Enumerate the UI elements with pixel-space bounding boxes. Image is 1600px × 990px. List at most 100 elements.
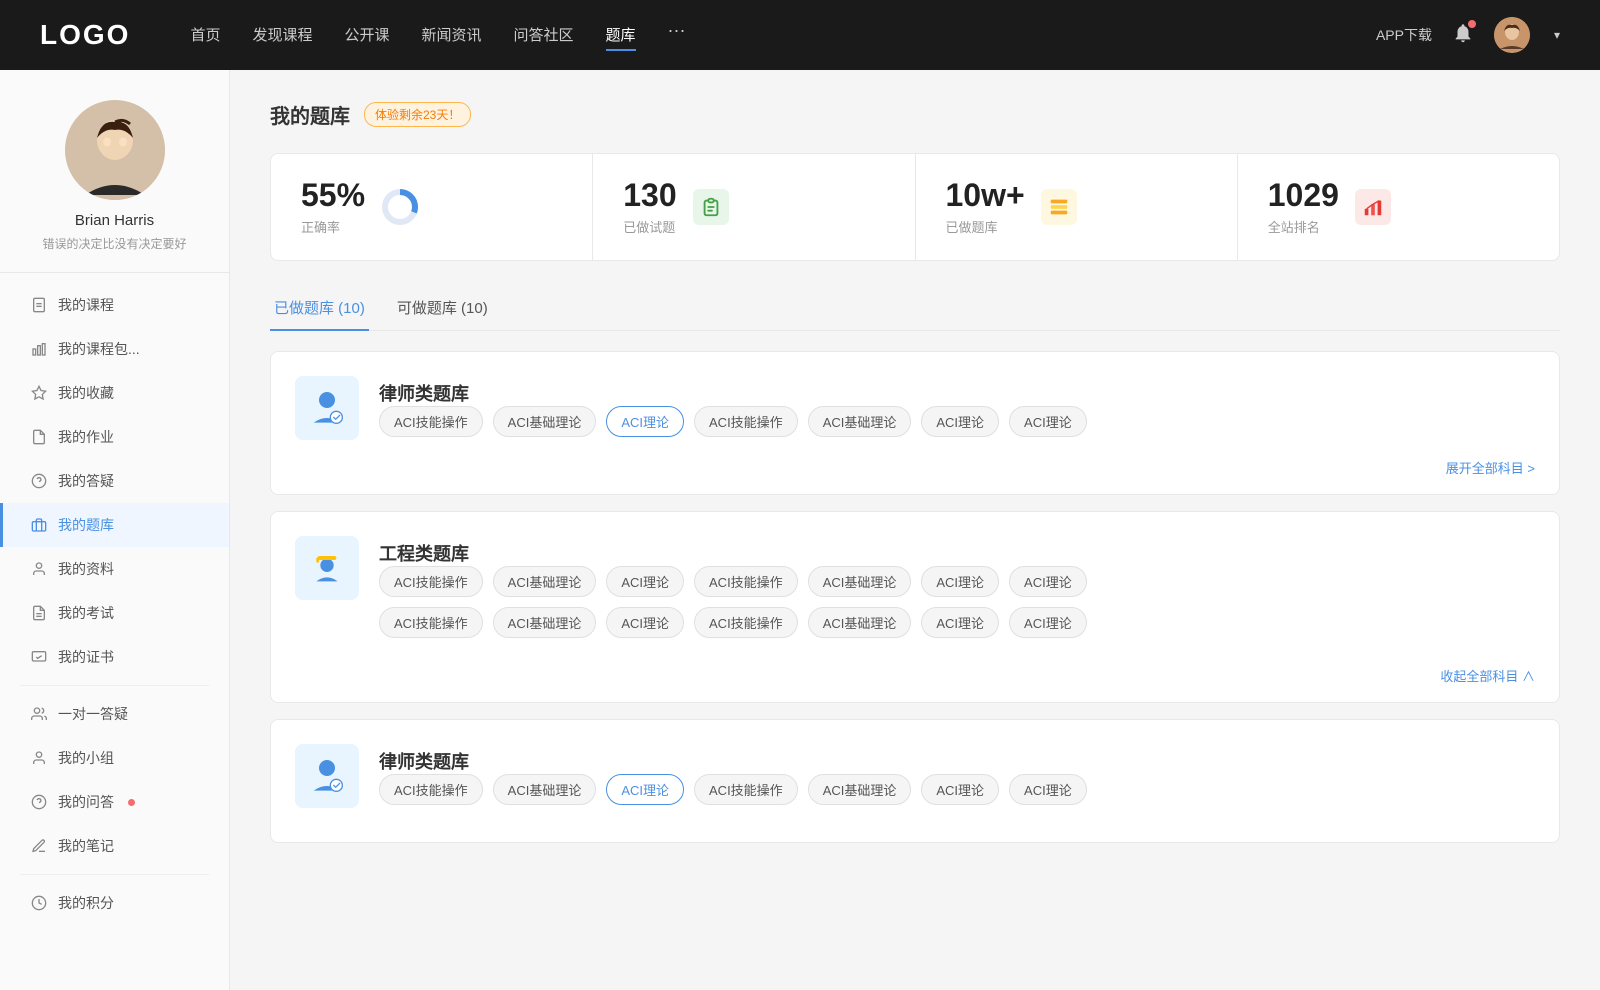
- stat-rank: 1029 全站排名: [1238, 154, 1559, 260]
- tag-eng-r1-2[interactable]: ACI理论: [606, 566, 684, 597]
- bank-card-lawyer-2-content: 律师类题库 ACI技能操作 ACI基础理论 ACI理论 ACI技能操作 ACI基…: [379, 744, 1535, 805]
- tab-available-banks[interactable]: 可做题库 (10): [393, 289, 492, 330]
- doc-icon: [30, 296, 48, 314]
- tag-eng-r1-5[interactable]: ACI理论: [921, 566, 999, 597]
- sidebar-item-my-cert[interactable]: 我的证书: [0, 635, 229, 679]
- profile-section: Brian Harris 错误的决定比没有决定要好: [0, 100, 229, 273]
- sidebar-item-one-on-one[interactable]: 一对一答疑: [0, 692, 229, 736]
- tag-eng-r1-0[interactable]: ACI技能操作: [379, 566, 483, 597]
- tag-lawyer1-1[interactable]: ACI基础理论: [493, 406, 597, 437]
- notification-bell[interactable]: [1452, 22, 1474, 49]
- tag-lawyer2-0[interactable]: ACI技能操作: [379, 774, 483, 805]
- profile-avatar-image: [65, 100, 165, 200]
- sidebar-item-my-collection[interactable]: 我的收藏: [0, 371, 229, 415]
- questions-doc-icon: [693, 189, 729, 225]
- bank-card-lawyer-1-footer: 展开全部科目 >: [295, 458, 1535, 478]
- stat-questions-done: 130 已做试题: [593, 154, 915, 260]
- tag-lawyer1-0[interactable]: ACI技能操作: [379, 406, 483, 437]
- tag-lawyer2-6[interactable]: ACI理论: [1009, 774, 1087, 805]
- stat-accuracy-value: 55%: [301, 178, 365, 213]
- sidebar-item-my-exam[interactable]: 我的考试: [0, 591, 229, 635]
- bank-card-lawyer-2-title: 律师类题库: [379, 744, 1535, 774]
- stat-rank-info: 1029 全站排名: [1268, 178, 1339, 236]
- answers-icon: [30, 793, 48, 811]
- nav-item-discover[interactable]: 发现课程: [252, 20, 312, 51]
- sidebar-item-my-group[interactable]: 我的小组: [0, 736, 229, 780]
- collapse-link-engineer[interactable]: 收起全部科目 ∧: [1440, 669, 1535, 684]
- sidebar-item-my-questions[interactable]: 我的答疑: [0, 459, 229, 503]
- sidebar-label-my-questions: 我的答疑: [58, 471, 114, 491]
- sidebar-item-my-package[interactable]: 我的课程包...: [0, 327, 229, 371]
- bank-tabs: 已做题库 (10) 可做题库 (10): [270, 289, 1560, 331]
- tag-lawyer1-3[interactable]: ACI技能操作: [694, 406, 798, 437]
- tag-eng-r2-4[interactable]: ACI基础理论: [808, 607, 912, 638]
- tag-eng-r1-3[interactable]: ACI技能操作: [694, 566, 798, 597]
- nav: 首页 发现课程 公开课 新闻资讯 问答社区 题库 ···: [190, 20, 1376, 51]
- sidebar-item-my-course[interactable]: 我的课程: [0, 283, 229, 327]
- nav-item-qa[interactable]: 问答社区: [514, 20, 574, 51]
- tag-lawyer2-5[interactable]: ACI理论: [921, 774, 999, 805]
- nav-item-open[interactable]: 公开课: [344, 20, 389, 51]
- tag-lawyer1-6[interactable]: ACI理论: [1009, 406, 1087, 437]
- avatar-chevron-icon[interactable]: ▾: [1554, 28, 1560, 42]
- nav-more[interactable]: ···: [668, 20, 686, 51]
- sidebar-label-my-group: 我的小组: [58, 748, 114, 768]
- nav-item-news[interactable]: 新闻资讯: [422, 20, 482, 51]
- engineer-icon: [295, 536, 359, 600]
- stat-rank-label: 全站排名: [1268, 217, 1339, 236]
- profile-name: Brian Harris: [75, 212, 154, 229]
- tag-lawyer2-3[interactable]: ACI技能操作: [694, 774, 798, 805]
- tag-eng-r2-1[interactable]: ACI基础理论: [493, 607, 597, 638]
- sidebar-label-my-points: 我的积分: [58, 893, 114, 913]
- tag-eng-r2-3[interactable]: ACI技能操作: [694, 607, 798, 638]
- nav-item-bank[interactable]: 题库: [606, 20, 636, 51]
- tag-lawyer2-2[interactable]: ACI理论: [606, 774, 684, 805]
- page-header: 我的题库 体验剩余23天！: [270, 100, 1560, 129]
- tab-done-banks[interactable]: 已做题库 (10): [270, 289, 369, 330]
- tag-eng-r2-5[interactable]: ACI理论: [921, 607, 999, 638]
- sidebar-item-my-profile[interactable]: 我的资料: [0, 547, 229, 591]
- tag-lawyer1-4[interactable]: ACI基础理论: [808, 406, 912, 437]
- tag-lawyer1-5[interactable]: ACI理论: [921, 406, 999, 437]
- sidebar: Brian Harris 错误的决定比没有决定要好 我的课程 我的课程包...: [0, 70, 230, 990]
- profile-motto: 错误的决定比没有决定要好: [42, 235, 186, 252]
- points-icon: [30, 894, 48, 912]
- exam-icon: [30, 604, 48, 622]
- banks-list-icon: [1041, 189, 1077, 225]
- sidebar-item-my-answers[interactable]: 我的问答: [0, 780, 229, 824]
- bank-card-engineer-tags-row2: ACI技能操作 ACI基础理论 ACI理论 ACI技能操作 ACI基础理论 AC…: [379, 607, 1535, 638]
- stat-questions-info: 130 已做试题: [623, 178, 676, 236]
- bank-card-engineer-header: 工程类题库 ACI技能操作 ACI基础理论 ACI理论 ACI技能操作 ACI基…: [295, 536, 1535, 648]
- bank-card-lawyer-1-header: 律师类题库 ACI技能操作 ACI基础理论 ACI理论 ACI技能操作 ACI基…: [295, 376, 1535, 440]
- nav-item-home[interactable]: 首页: [190, 20, 220, 51]
- logo[interactable]: LOGO: [40, 19, 130, 51]
- avatar-image: [1494, 17, 1530, 53]
- tag-eng-r2-0[interactable]: ACI技能操作: [379, 607, 483, 638]
- sidebar-item-my-notes[interactable]: 我的笔记: [0, 824, 229, 868]
- tag-lawyer2-1[interactable]: ACI基础理论: [493, 774, 597, 805]
- stat-accuracy-label: 正确率: [301, 217, 365, 236]
- tag-eng-r2-6[interactable]: ACI理论: [1009, 607, 1087, 638]
- tag-eng-r2-2[interactable]: ACI理论: [606, 607, 684, 638]
- stat-banks-info: 10w+ 已做题库: [946, 178, 1025, 236]
- main-layout: Brian Harris 错误的决定比没有决定要好 我的课程 我的课程包...: [0, 70, 1600, 990]
- bank-card-lawyer-1-title: 律师类题库: [379, 376, 1535, 406]
- sidebar-item-my-homework[interactable]: 我的作业: [0, 415, 229, 459]
- tag-eng-r1-4[interactable]: ACI基础理论: [808, 566, 912, 597]
- sidebar-item-my-points[interactable]: 我的积分: [0, 881, 229, 925]
- profile-avatar[interactable]: [65, 100, 165, 200]
- expand-link-lawyer-1[interactable]: 展开全部科目 >: [1446, 461, 1535, 476]
- chart-bar-icon: [30, 340, 48, 358]
- tag-lawyer2-4[interactable]: ACI基础理论: [808, 774, 912, 805]
- sidebar-item-my-bank[interactable]: 我的题库: [0, 503, 229, 547]
- tag-eng-r1-6[interactable]: ACI理论: [1009, 566, 1087, 597]
- tag-lawyer1-2[interactable]: ACI理论: [606, 406, 684, 437]
- bank-card-lawyer-2: 律师类题库 ACI技能操作 ACI基础理论 ACI理论 ACI技能操作 ACI基…: [270, 719, 1560, 843]
- tag-eng-r1-1[interactable]: ACI基础理论: [493, 566, 597, 597]
- stat-banks-done: 10w+ 已做题库: [916, 154, 1238, 260]
- app-download-button[interactable]: APP下载: [1376, 25, 1432, 45]
- bank-card-engineer: 工程类题库 ACI技能操作 ACI基础理论 ACI理论 ACI技能操作 ACI基…: [270, 511, 1560, 703]
- bank-card-lawyer-2-header: 律师类题库 ACI技能操作 ACI基础理论 ACI理论 ACI技能操作 ACI基…: [295, 744, 1535, 808]
- avatar[interactable]: [1494, 17, 1530, 53]
- bank-icon: [30, 516, 48, 534]
